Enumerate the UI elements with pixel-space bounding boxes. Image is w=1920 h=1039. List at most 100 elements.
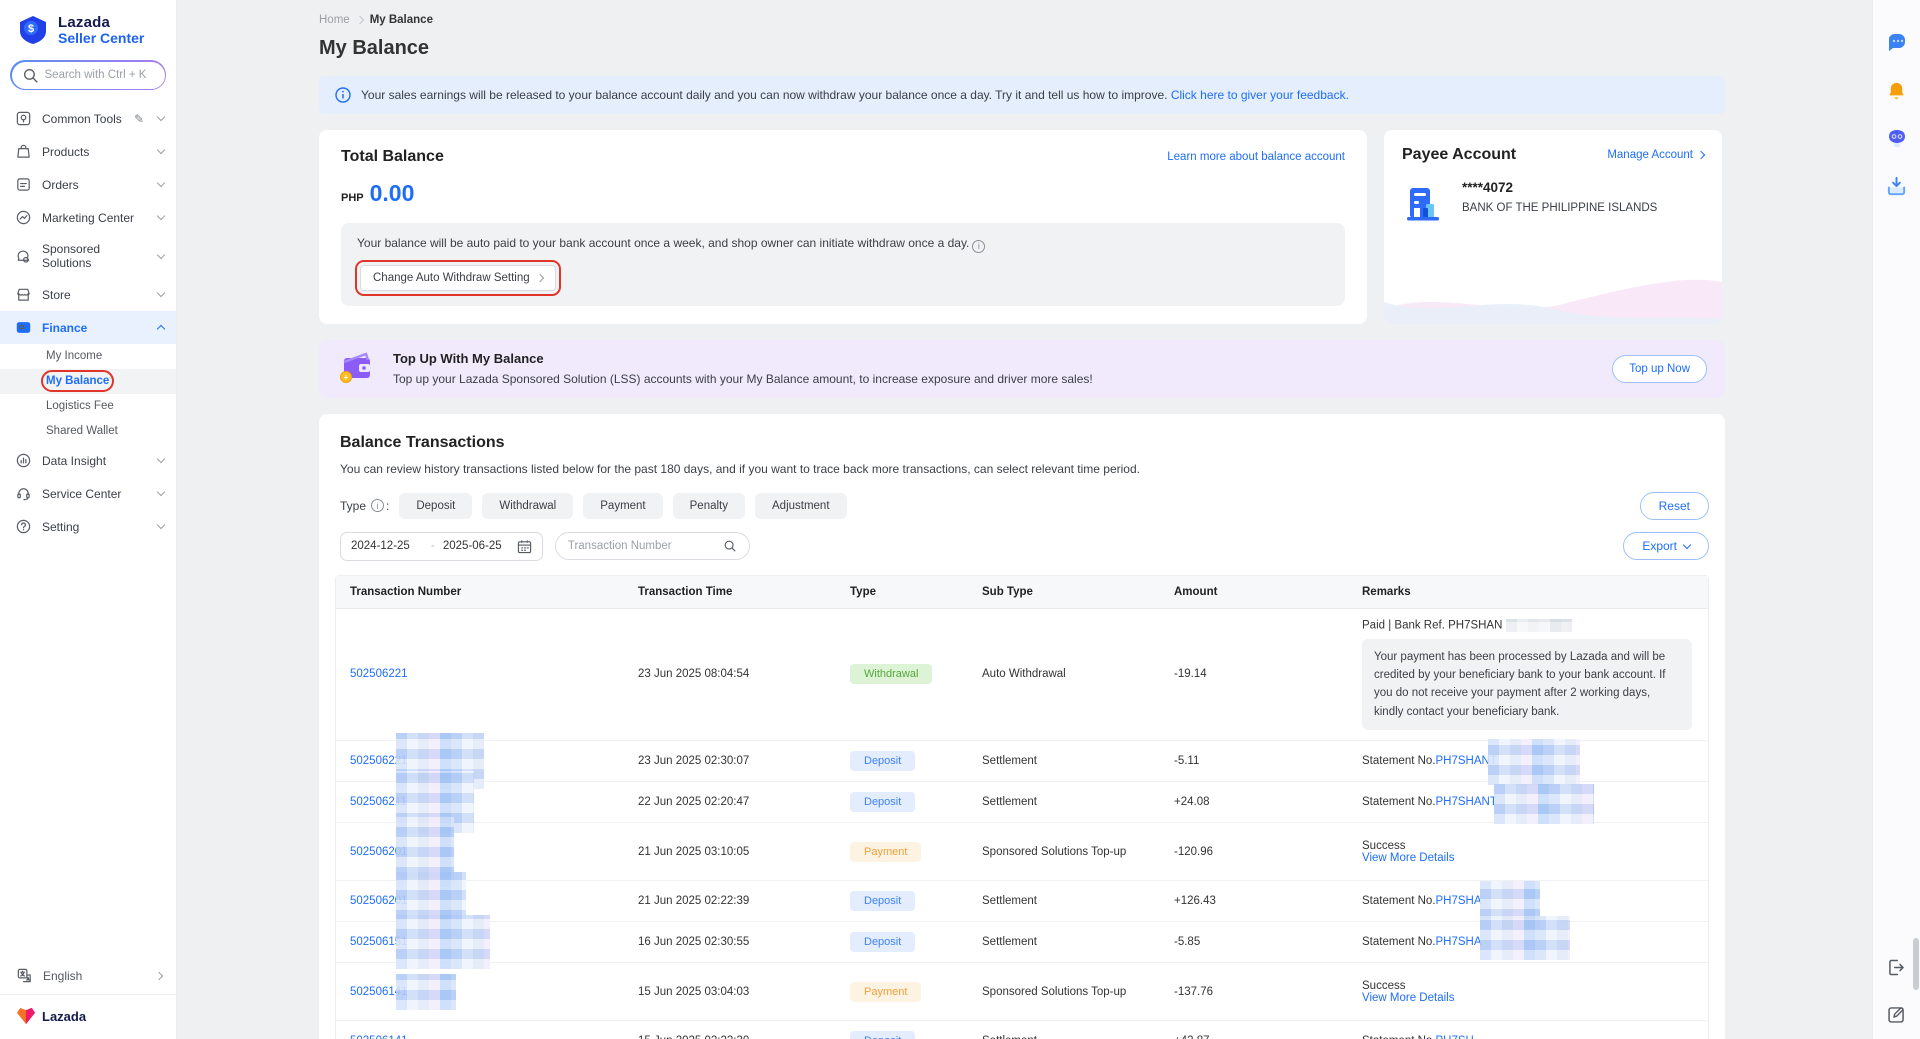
search-icon [22,67,39,84]
breadcrumb-current: My Balance [370,14,433,26]
sidebar-item-marketing-center[interactable]: Marketing Center [0,201,176,234]
lazada-heart-icon [16,1007,36,1025]
view-more-details-link[interactable]: View More Details [1362,992,1454,1004]
redaction-mosaic [1480,916,1570,960]
marketing-center-icon [15,209,32,226]
bank-name: BANK OF THE PHILIPPINE ISLANDS [1462,202,1657,214]
sidebar-item-products[interactable]: Products [0,135,176,168]
sidebar-search[interactable] [10,60,166,90]
sidebar-item-my-income[interactable]: My Income [0,344,176,369]
annotation-highlight: My Balance [46,375,109,387]
sidebar-item-shared-wallet[interactable]: Shared Wallet [0,419,176,444]
topup-banner: + Top Up With My Balance Top up your Laz… [319,340,1725,398]
chevron-down-icon [157,488,165,496]
chevron-right-icon [155,971,163,979]
date-range-picker[interactable]: - [340,532,543,561]
date-from-input[interactable] [351,540,423,552]
sidebar-item-common-tools[interactable]: Common Tools ✎ [0,102,176,135]
info-icon[interactable]: i [371,499,384,512]
edit-pencil-icon[interactable]: ✎ [134,112,144,126]
type-badge: Deposit [850,1031,915,1039]
finance-icon [15,319,32,336]
transaction-number-search[interactable] [555,532,750,560]
scrollbar[interactable] [1913,938,1919,990]
info-banner: Your sales earnings will be released to … [319,76,1725,114]
chevron-down-icon [1683,540,1691,548]
statement-link[interactable]: PH7SHANT [1436,796,1497,808]
transaction-number-link[interactable]: 502506221 [350,668,408,680]
language-selector[interactable]: English [0,959,176,994]
chevron-up-icon [157,325,165,333]
date-to-input[interactable] [443,540,509,552]
download-tray-icon[interactable] [1885,175,1908,198]
redaction-mosaic [1506,619,1572,632]
calendar-icon [517,539,532,554]
info-icon [335,87,351,103]
feedback-link[interactable]: Click here to giver your feedback. [1171,88,1349,102]
topup-now-button[interactable]: Top up Now [1612,355,1707,383]
sidebar-item-data-insight[interactable]: Data Insight [0,444,176,477]
reset-button[interactable]: Reset [1640,492,1709,520]
manage-account-link[interactable]: Manage Account [1607,149,1704,161]
filter-penalty-button[interactable]: Penalty [673,493,745,519]
seller-center-logo: $ Lazada Seller Center [0,0,176,56]
sidebar-item-service-center[interactable]: Service Center [0,477,176,510]
type-badge: Deposit [850,792,915,812]
sidebar-item-orders[interactable]: Orders [0,168,176,201]
info-icon[interactable]: i [972,240,985,253]
learn-more-link[interactable]: Learn more about balance account [1167,151,1345,163]
chevron-down-icon [157,146,165,154]
assistant-robot-icon[interactable] [1885,127,1909,151]
statement-link[interactable]: PH7SHA [1436,895,1482,907]
table-row: 502506211 22 Jun 2025 02:20:47 Deposit S… [336,782,1708,823]
sidebar-item-finance[interactable]: Finance [0,311,176,344]
breadcrumb: Home My Balance [319,14,1725,26]
svg-text:+: + [344,373,349,382]
statement-link[interactable]: PH7SHA [1436,936,1482,948]
breadcrumb-home[interactable]: Home [319,14,350,26]
transactions-table: Transaction Number Transaction Time Type… [335,575,1709,1039]
filter-withdrawal-button[interactable]: Withdrawal [482,493,573,519]
transaction-number-input[interactable] [568,540,723,552]
sidebar-item-store[interactable]: Store [0,278,176,311]
table-row: 502506221 23 Jun 2025 08:04:54 Withdrawa… [336,609,1708,742]
sidebar-item-my-balance[interactable]: My Balance [0,369,176,394]
type-badge: Deposit [850,891,915,911]
search-input[interactable] [45,69,155,81]
account-number: ****4072 [1462,180,1657,195]
lazada-footer-logo: Lazada [0,1005,176,1027]
redaction-mosaic [396,915,490,969]
lazada-shield-icon: $ [16,14,50,46]
payee-account-title: Payee Account [1402,146,1516,164]
type-badge: Deposit [850,932,915,952]
chevron-down-icon [157,289,165,297]
data-insight-icon [15,452,32,469]
table-row: 502506201 21 Jun 2025 03:10:05 Payment S… [336,823,1708,881]
sidebar-item-sponsored-solutions[interactable]: Sponsored Solutions [0,234,176,278]
table-row: 502506221 23 Jun 2025 02:30:07 Deposit S… [336,741,1708,782]
view-more-details-link[interactable]: View More Details [1362,852,1454,864]
logout-icon[interactable] [1886,957,1907,978]
payee-account-card: Payee Account Manage Account ****4072 BA… [1384,130,1722,324]
table-header: Transaction Number Transaction Time Type… [336,576,1708,609]
total-balance-title: Total Balance [341,148,444,166]
chat-icon[interactable] [1885,32,1909,56]
total-balance-card: Total Balance Learn more about balance a… [319,130,1367,324]
bank-icon [1402,180,1448,226]
statement-link[interactable]: PH7SH [1436,1035,1474,1039]
transaction-number-link[interactable]: 502506141 [350,1035,408,1039]
change-auto-withdraw-setting-button[interactable]: Change Auto Withdraw Setting [360,265,556,291]
sidebar-item-logistics-fee[interactable]: Logistics Fee [0,394,176,419]
filter-adjustment-button[interactable]: Adjustment [755,493,847,519]
sidebar-item-setting[interactable]: Setting [0,510,176,543]
sponsored-solutions-icon [15,248,32,265]
chevron-down-icon [157,455,165,463]
export-button[interactable]: Export [1623,532,1709,560]
filter-payment-button[interactable]: Payment [583,493,662,519]
notification-bell-icon[interactable] [1885,80,1908,103]
table-row: 502506141 15 Jun 2025 03:04:03 Payment S… [336,963,1708,1021]
filter-deposit-button[interactable]: Deposit [399,493,472,519]
setting-icon [15,518,32,535]
feedback-edit-icon[interactable] [1886,1004,1907,1025]
type-badge: Withdrawal [850,664,932,684]
